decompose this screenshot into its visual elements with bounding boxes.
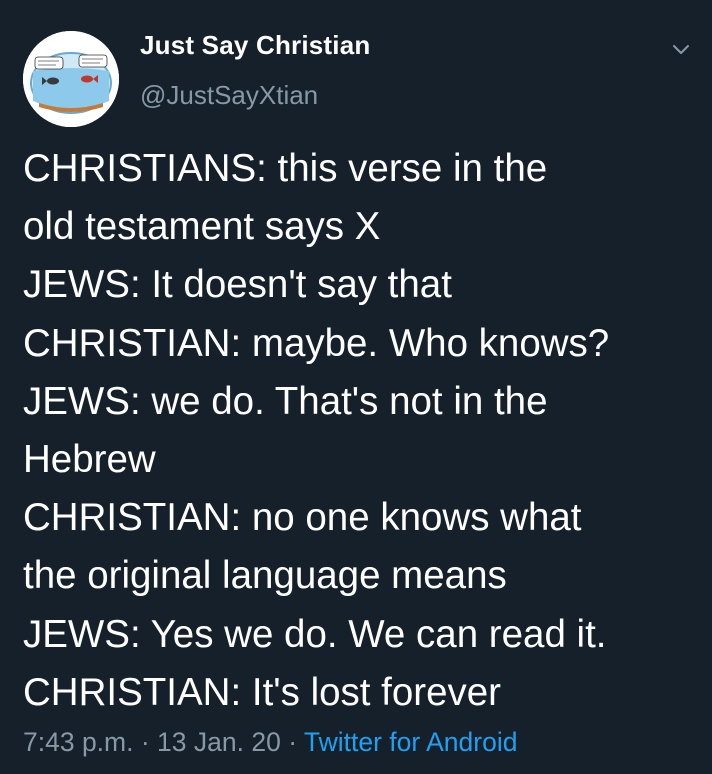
tweet-text: CHRISTIANS: this verse in the old testam… — [23, 140, 703, 722]
avatar[interactable] — [23, 31, 119, 127]
fishbowl-avatar-icon — [23, 31, 119, 127]
author-handle[interactable]: @JustSayXtian — [140, 80, 318, 111]
tweet-line: CHRISTIAN: maybe. Who knows? — [23, 321, 610, 365]
tweet-line: JEWS: It doesn't say that — [23, 263, 452, 307]
author-display-name[interactable]: Just Say Christian — [140, 30, 370, 61]
meta-separator: · — [133, 727, 158, 757]
tweet-line: old testament says X — [23, 205, 381, 249]
tweet-source-link[interactable]: Twitter for Android — [304, 727, 518, 757]
tweet-line: JEWS: Yes we do. We can read it. — [23, 612, 607, 656]
tweet-metadata: 7:43 p.m. · 13 Jan. 20 · Twitter for And… — [23, 727, 517, 758]
meta-separator: · — [280, 727, 304, 757]
tweet-time[interactable]: 7:43 p.m. — [23, 727, 133, 757]
chevron-down-icon[interactable] — [670, 38, 692, 60]
tweet-line: the original language means — [23, 554, 507, 598]
tweet-line: CHRISTIAN: It's lost forever — [23, 670, 501, 714]
tweet-line: JEWS: we do. That's not in the — [23, 379, 548, 423]
tweet-date[interactable]: 13 Jan. 20 — [157, 727, 281, 757]
tweet-card: Just Say Christian @JustSayXtian CHRISTI… — [0, 0, 712, 774]
tweet-line: CHRISTIANS: this verse in the — [23, 147, 548, 190]
tweet-line: CHRISTIAN: no one knows what — [23, 496, 582, 540]
tweet-line: Hebrew — [23, 438, 156, 482]
